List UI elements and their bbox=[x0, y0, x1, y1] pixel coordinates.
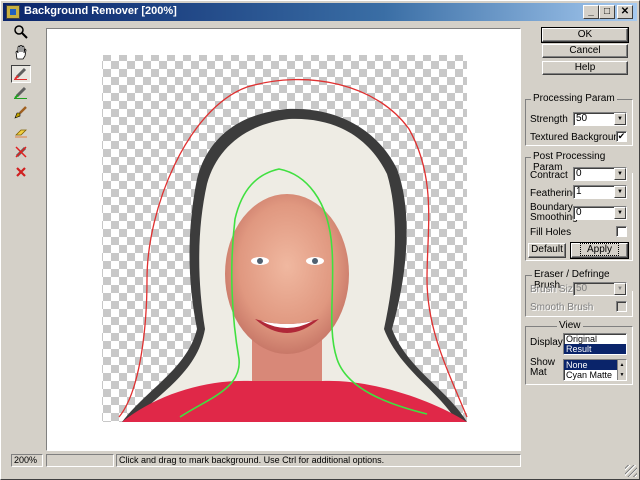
cancel-button[interactable]: Cancel bbox=[542, 44, 628, 58]
strength-label: Strength bbox=[530, 114, 568, 125]
image-canvas[interactable] bbox=[46, 28, 521, 451]
default-button[interactable]: Default bbox=[528, 243, 566, 258]
chevron-down-icon[interactable]: ▼ bbox=[614, 283, 626, 295]
chevron-down-icon[interactable]: ▼ bbox=[614, 168, 626, 180]
right-iris bbox=[312, 258, 318, 264]
zoom-icon bbox=[14, 25, 28, 39]
textured-background-checkbox[interactable]: ✔ bbox=[616, 131, 627, 142]
minimize-button[interactable]: _ bbox=[583, 5, 599, 19]
chevron-down-icon[interactable]: ▼ bbox=[614, 186, 626, 198]
delete-icon bbox=[16, 167, 26, 177]
clear-marks-tool[interactable] bbox=[11, 145, 31, 163]
boundary-smoothing-combo[interactable]: 0 ▼ bbox=[573, 206, 627, 220]
display-label: Display bbox=[530, 337, 563, 348]
mark-foreground-tool[interactable] bbox=[11, 85, 31, 103]
apply-button[interactable]: Apply bbox=[570, 242, 629, 259]
show-mat-label-line2: Mat bbox=[530, 367, 547, 378]
hand-tool[interactable] bbox=[11, 44, 31, 63]
view-title: View bbox=[557, 320, 583, 331]
status-zoom: 200% bbox=[11, 454, 43, 467]
status-empty-pane bbox=[46, 454, 114, 467]
smooth-brush-label: Smooth Brush bbox=[530, 302, 594, 313]
chevron-down-icon[interactable]: ▼ bbox=[614, 207, 626, 219]
contract-value: 0 bbox=[576, 168, 582, 179]
show-mat-listbox[interactable]: None Cyan Matte ▲ ▼ bbox=[563, 359, 627, 381]
zoom-tool[interactable] bbox=[11, 25, 31, 43]
fill-holes-checkbox[interactable] bbox=[616, 226, 627, 237]
eraser-icon bbox=[15, 129, 27, 138]
ok-button[interactable]: OK bbox=[541, 27, 629, 43]
help-button[interactable]: Help bbox=[542, 61, 628, 75]
title-bar[interactable]: Background Remover [200%] _ □ ✕ bbox=[3, 3, 637, 21]
boundary-smoothing-value: 0 bbox=[576, 207, 582, 218]
apply-button-label: Apply bbox=[579, 243, 619, 256]
feathering-combo[interactable]: 1 ▼ bbox=[573, 185, 627, 199]
background-remover-window: Background Remover [200%] _ □ ✕ OK Cance… bbox=[0, 0, 640, 480]
chevron-down-icon[interactable]: ▼ bbox=[614, 113, 626, 125]
status-hint: Click and drag to mark background. Use C… bbox=[116, 454, 521, 467]
left-iris bbox=[257, 258, 263, 264]
strength-combo[interactable]: 50 ▼ bbox=[573, 112, 627, 126]
hand-icon bbox=[15, 44, 27, 60]
contract-label: Contract bbox=[530, 170, 568, 181]
fill-holes-label: Fill Holes bbox=[530, 227, 572, 238]
contract-combo[interactable]: 0 ▼ bbox=[573, 167, 627, 181]
delete-tool[interactable] bbox=[11, 165, 31, 183]
mark-background-pen-icon bbox=[14, 67, 27, 80]
processing-param-title: Processing Param bbox=[531, 93, 617, 104]
smooth-brush-checkbox[interactable] bbox=[616, 301, 627, 312]
textured-background-label: Textured Background bbox=[530, 132, 625, 143]
brush-icon bbox=[14, 106, 27, 119]
display-option-result[interactable]: Result bbox=[564, 344, 626, 354]
clear-marks-icon bbox=[15, 146, 27, 158]
display-option-original[interactable]: Original bbox=[564, 334, 626, 344]
show-mat-scrollbar[interactable]: ▲ ▼ bbox=[617, 360, 626, 380]
resize-grip[interactable] bbox=[625, 465, 637, 477]
strength-value: 50 bbox=[576, 113, 588, 124]
boundary-label-line2: Smoothing bbox=[530, 212, 578, 223]
mark-foreground-pen-icon bbox=[14, 86, 27, 99]
eraser-tool[interactable] bbox=[11, 125, 31, 143]
brush-size-value: 50 bbox=[576, 283, 588, 294]
brush-size-combo[interactable]: 50 ▼ bbox=[573, 282, 627, 296]
show-mat-label: Show Mat bbox=[530, 358, 555, 378]
brush-tool[interactable] bbox=[11, 105, 31, 123]
boundary-smoothing-label: Boundary Smoothing bbox=[530, 203, 578, 223]
mark-background-tool[interactable] bbox=[11, 65, 31, 83]
maximize-button[interactable]: □ bbox=[599, 5, 615, 19]
close-button[interactable]: ✕ bbox=[617, 5, 633, 19]
canvas-svg bbox=[102, 55, 468, 423]
app-icon bbox=[6, 5, 20, 19]
brush-size-label: Brush Size bbox=[530, 284, 579, 295]
feathering-label: Feathering bbox=[530, 188, 578, 199]
display-listbox[interactable]: Original Result bbox=[563, 333, 627, 355]
feathering-value: 1 bbox=[576, 186, 582, 197]
window-title: Background Remover [200%] bbox=[24, 5, 177, 17]
